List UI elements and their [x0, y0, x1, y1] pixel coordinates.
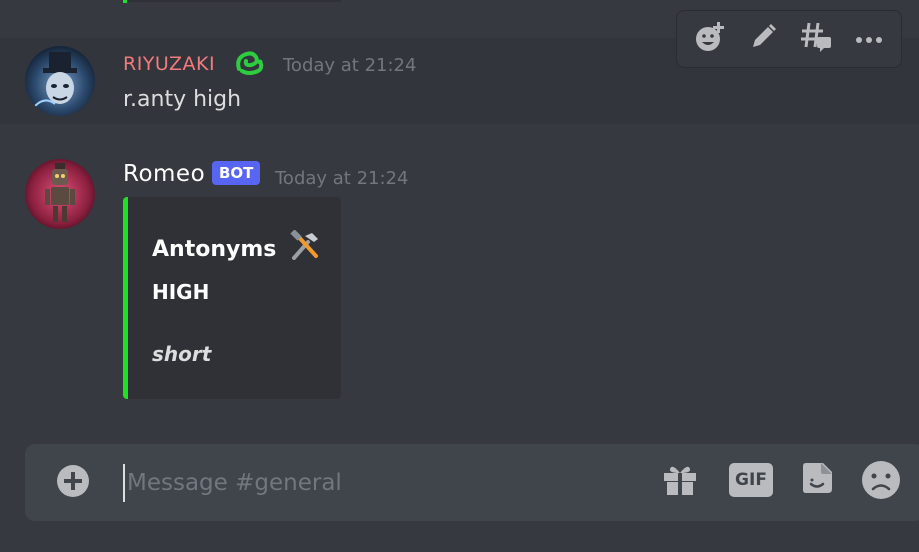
gif-label: GIF	[735, 470, 767, 490]
embed: Antonyms HIGH short	[123, 197, 341, 399]
message-content: r.anty high	[123, 87, 242, 112]
avatar[interactable]	[25, 46, 95, 116]
more-icon	[854, 30, 884, 49]
green-snake-icon	[234, 49, 264, 81]
emoji-picker-button[interactable]	[861, 460, 901, 504]
message-composer: GIF	[25, 444, 919, 521]
emoji-icon	[861, 460, 901, 504]
gift-button[interactable]	[661, 462, 699, 500]
bot-tag: BOT	[212, 161, 261, 185]
more-options-button[interactable]	[849, 19, 889, 59]
sticker-button[interactable]	[798, 461, 836, 499]
upload-button[interactable]	[55, 465, 91, 501]
gif-icon: GIF	[729, 463, 773, 497]
username-text[interactable]: RIYUZAKI	[123, 53, 215, 75]
username[interactable]: Romeo	[123, 161, 205, 187]
add-reaction-button[interactable]	[690, 19, 730, 59]
timestamp[interactable]: Today at 21:24	[283, 55, 416, 76]
plus-circle-icon	[55, 463, 91, 503]
thread-icon	[799, 20, 833, 58]
timestamp[interactable]: Today at 21:24	[275, 168, 408, 189]
add-reaction-icon	[693, 20, 727, 58]
message-input[interactable]	[123, 464, 649, 502]
pencil-icon	[748, 22, 778, 56]
embed-title: Antonyms	[152, 229, 322, 266]
gift-icon	[662, 461, 698, 501]
hammer-and-wrench-icon	[288, 229, 322, 266]
create-thread-button[interactable]	[796, 19, 836, 59]
embed-field-value: short	[152, 342, 212, 366]
embed-field-name: HIGH	[152, 280, 210, 304]
sticker-icon	[799, 460, 835, 500]
edit-button[interactable]	[743, 19, 783, 59]
embed-title-text: Antonyms	[152, 237, 277, 262]
message-hover-toolbar	[676, 10, 902, 68]
gif-button[interactable]: GIF	[728, 462, 774, 498]
embed-accent-bar	[123, 197, 128, 399]
previous-embed-edge	[127, 0, 341, 2]
username[interactable]: RIYUZAKI	[123, 53, 215, 75]
avatar[interactable]	[25, 159, 95, 229]
